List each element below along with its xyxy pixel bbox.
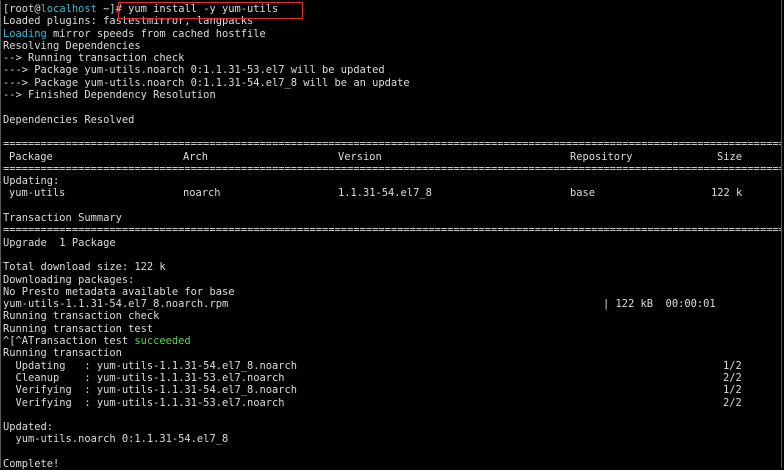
step-progress: 1/2 [723,384,742,397]
row-repository: base [570,187,596,200]
deps-resolved-line: Dependencies Resolved [3,113,135,126]
package-updated-line: ---> Package yum-utils.noarch 0:1.1.31-5… [3,64,385,77]
resolving-line: Resolving Dependencies [3,39,141,52]
step-action: Cleanup : yum-utils-1.1.31-53.el7.noarch [3,371,285,384]
rpm-progress: | 122 kB 00:00:01 [603,298,716,311]
total-download-line: Total download size: 122 k [3,261,166,274]
separator-line: ========================================… [3,224,781,237]
running-check-line: --> Running transaction check [3,52,185,65]
upgrade-line: Upgrade 1 Package [3,236,116,249]
header-repository: Repository [570,150,633,163]
running-transaction-line: Running transaction [3,347,122,360]
package-update-line: ---> Package yum-utils.noarch 0:1.1.31-5… [3,76,410,89]
loading-mirrors-line: Loading mirror speeds from cached hostfi… [3,28,781,40]
summary-title: Transaction Summary [3,212,122,225]
prompt-user: [root@ [3,3,41,15]
step-action: Verifying : yum-utils-1.1.31-53.el7.noar… [3,396,285,409]
step-action: Verifying : yum-utils-1.1.31-54.el7_8.no… [3,384,298,397]
finished-line: --> Finished Dependency Resolution [3,89,216,102]
rpm-download-row: yum-utils-1.1.31-54.el7_8.noarch.rpm | 1… [3,298,781,310]
test-prefix: ^[^ATransaction test [3,335,135,348]
row-size: 122 k [711,187,743,200]
row-version: 1.1.31-54.el7_8 [338,187,432,200]
step-row: Updating : yum-utils-1.1.31-54.el7_8.noa… [3,360,781,372]
command-highlight-box [118,2,303,19]
running-check-line: Running transaction check [3,310,160,323]
step-progress: 1/2 [723,359,742,372]
rpm-name: yum-utils-1.1.31-54.el7_8.noarch.rpm [3,298,229,311]
step-row: Verifying : yum-utils-1.1.31-53.el7.noar… [3,397,781,409]
header-arch: Arch [183,150,209,163]
step-progress: 2/2 [723,396,742,409]
header-version: Version [338,150,382,163]
step-action: Updating : yum-utils-1.1.31-54.el7_8.noa… [3,359,298,372]
updated-label: Updated: [3,421,54,434]
downloading-line: Downloading packages: [3,273,135,286]
updated-package: yum-utils.noarch 0:1.1.31-54.el7_8 [3,433,229,446]
test-result: succeeded [134,335,191,348]
table-row: yum-utils noarch 1.1.31-54.el7_8 base 12… [3,187,781,199]
step-progress: 2/2 [723,371,742,384]
loading-rest: mirror speeds from cached hostfile [46,27,266,40]
row-arch: noarch [183,187,221,200]
terminal-window[interactable]: [root@localhost ~]# yum install -y yum-u… [0,0,782,470]
row-package: yum-utils [9,187,66,200]
separator-line: ========================================… [3,162,781,175]
complete-line: Complete! [3,457,60,470]
prompt-path: ~] [96,3,116,15]
header-size: Size [717,150,743,163]
step-row: Cleanup : yum-utils-1.1.31-53.el7.noarch… [3,372,781,384]
table-header-row: Package Arch Version Repository Size [3,151,781,163]
no-presto-line: No Presto metadata available for base [3,285,235,298]
section-label: Updating: [3,175,60,188]
test-result-line: ^[^ATransaction test succeeded [3,335,781,347]
running-test-line: Running transaction test [3,322,154,335]
prompt-host: localhost [40,3,97,15]
step-row: Verifying : yum-utils-1.1.31-54.el7_8.no… [3,384,781,396]
header-package: Package [9,150,53,163]
separator-line: ========================================… [3,138,781,151]
loading-word: Loading [3,27,47,40]
